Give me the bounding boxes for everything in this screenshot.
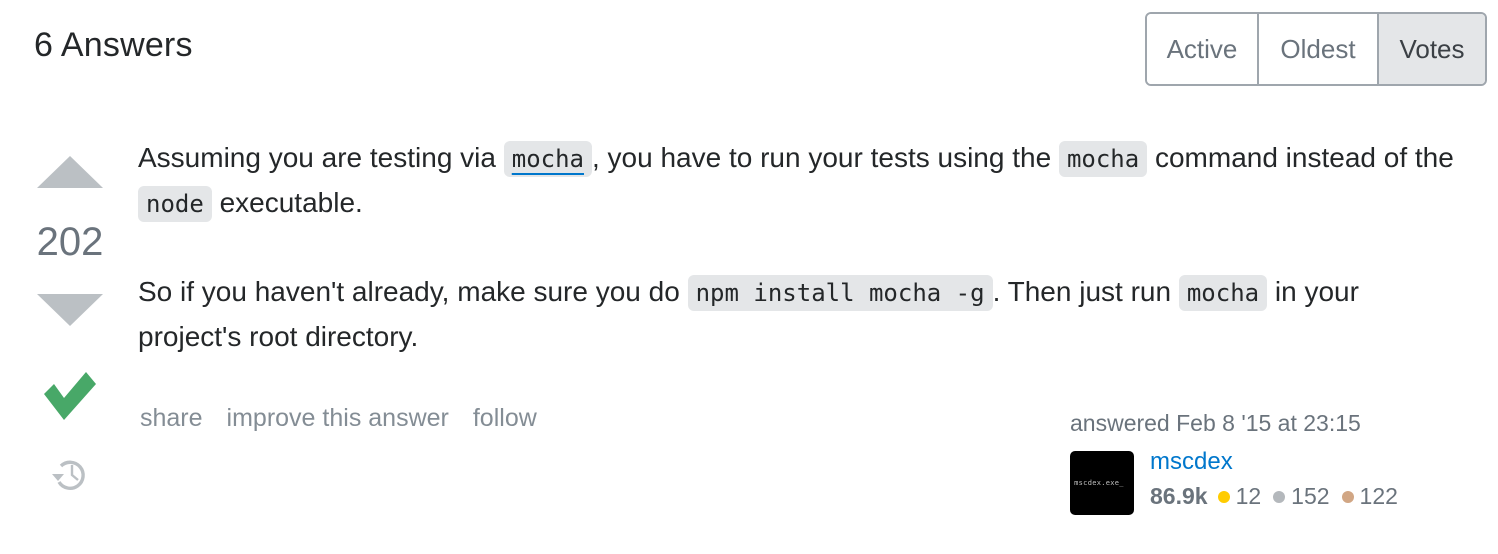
sort-tabs: Active Oldest Votes [1145, 12, 1487, 86]
upvote-arrow-icon[interactable] [37, 156, 103, 188]
answer-body: Assuming you are testing via mocha, you … [138, 136, 1468, 403]
sort-tab-oldest[interactable]: Oldest [1259, 14, 1379, 84]
answer-paragraph-2: So if you haven't already, make sure you… [138, 275, 1359, 352]
inline-code: mocha [1178, 275, 1268, 311]
avatar-text: mscdex.exe_ [1074, 479, 1124, 487]
post-menu: share improve this answer follow [140, 404, 537, 433]
vote-count: 202 [36, 220, 104, 264]
bronze-badge-icon [1341, 490, 1354, 503]
follow-link[interactable]: follow [473, 404, 537, 433]
mocha-link[interactable]: mocha [503, 141, 592, 177]
answered-timestamp: answered Feb 8 '15 at 23:15 [1070, 410, 1361, 436]
answers-section: 6 Answers Active Oldest Votes 202 Assumi… [0, 0, 1498, 554]
inline-code: mocha [1058, 141, 1148, 177]
vote-cell: 202 [26, 150, 114, 494]
answer-paragraph-1: Assuming you are testing via mocha, you … [138, 136, 1468, 226]
silver-badge-icon [1273, 490, 1286, 503]
reputation-score: 86.9k [1150, 483, 1208, 509]
bronze-badge: 122 [1341, 483, 1398, 510]
inline-code: npm install mocha -g [687, 275, 993, 311]
improve-answer-link[interactable]: improve this answer [227, 404, 449, 433]
answers-count-heading: 6 Answers [34, 26, 193, 64]
accepted-checkmark-icon [44, 372, 96, 420]
user-avatar[interactable]: mscdex.exe_ [1070, 451, 1134, 515]
share-link[interactable]: share [140, 404, 203, 433]
user-stats: 86.9k 12 152 122 [1150, 483, 1410, 510]
gold-badge-icon [1217, 490, 1230, 503]
silver-badge: 152 [1273, 483, 1330, 510]
gold-badge: 12 [1217, 483, 1261, 510]
user-info-card: answered Feb 8 '15 at 23:15 mscdex.exe_ … [1070, 410, 1470, 515]
history-icon[interactable] [50, 454, 90, 494]
downvote-arrow-icon[interactable] [37, 294, 103, 326]
sort-tab-active[interactable]: Active [1147, 14, 1259, 84]
inline-code: node [138, 186, 212, 222]
user-name-link[interactable]: mscdex [1150, 447, 1410, 477]
sort-tab-votes[interactable]: Votes [1379, 14, 1485, 84]
